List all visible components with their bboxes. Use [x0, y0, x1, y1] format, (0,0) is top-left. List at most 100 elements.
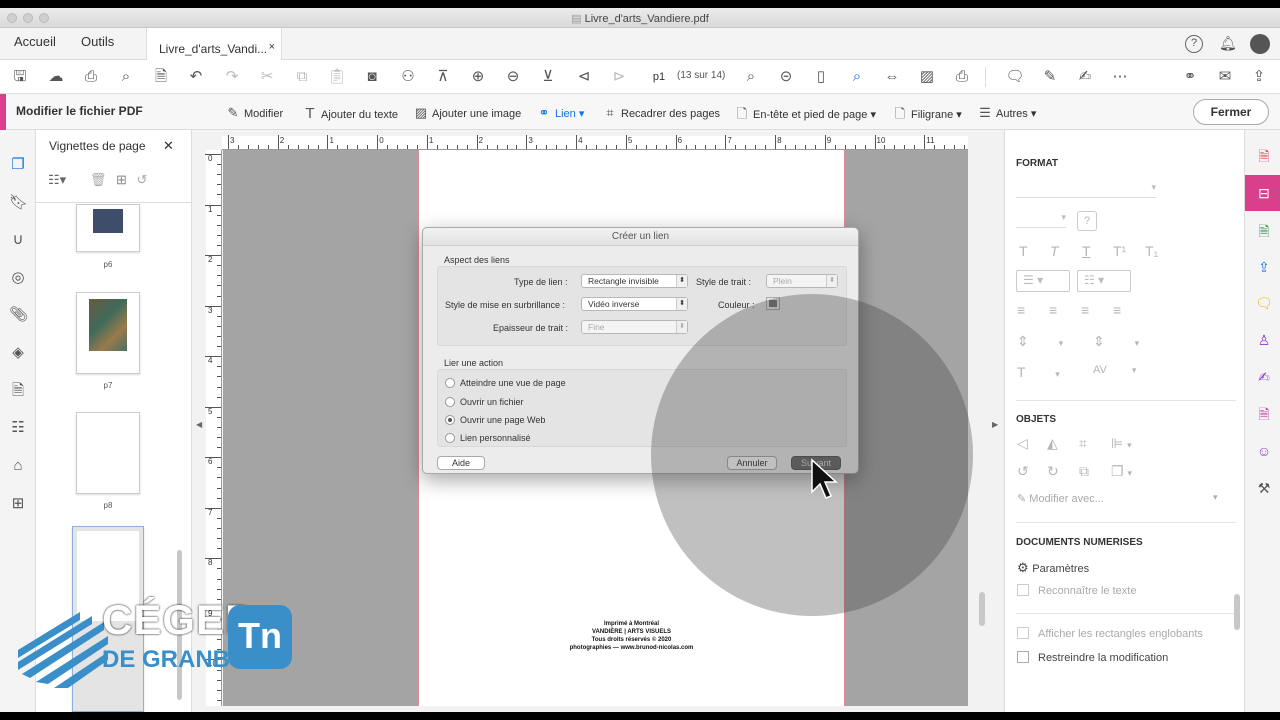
more-tools-icon[interactable]: ⋯ — [1110, 67, 1130, 87]
create-pdf-icon[interactable]: 🗎︎ — [1254, 146, 1274, 166]
italic-icon[interactable]: T — [1050, 243, 1059, 259]
bullet-list-dropdown[interactable]: ☰ ▾ — [1016, 270, 1070, 292]
help-circle-icon[interactable]: ? — [1077, 211, 1097, 231]
share-link-icon[interactable]: ⚭ — [1180, 67, 1200, 87]
insert-page-icon[interactable]: ⊞ — [116, 172, 127, 187]
options-menu-icon[interactable]: ☷▾ — [48, 172, 66, 187]
image-icon[interactable]: ▨ — [917, 67, 937, 87]
add-image-button[interactable]: ▨ Ajouter une image — [414, 105, 521, 121]
paste-icon[interactable]: 📋︎ — [327, 67, 347, 87]
tab-tools[interactable]: Outils — [81, 34, 114, 49]
comment-icon[interactable]: 🗨︎ — [1005, 67, 1025, 87]
copy-icon[interactable]: ⧉ — [292, 67, 312, 87]
header-footer-button[interactable]: 🗋︎ En-tête et pied de page ▾ — [735, 105, 876, 127]
arrange-icon[interactable]: ❐ ▾ — [1111, 463, 1132, 480]
zoom-search-icon[interactable]: ⌕ — [116, 67, 136, 87]
option-open-web-page[interactable]: Ouvrir une page Web — [460, 415, 545, 425]
back-icon[interactable]: ⊲ — [574, 67, 594, 87]
attachment-icon[interactable]: 📎︎ — [9, 306, 28, 324]
text-scale-icon[interactable]: T ▾ — [1017, 364, 1060, 380]
modify-with-dropdown[interactable]: ✎ Modifier avec... ▾ — [1017, 492, 1218, 505]
char-spacing-icon[interactable]: AV ▾ — [1093, 364, 1136, 376]
align-right-icon[interactable]: ≡ — [1081, 302, 1089, 318]
next-page-icon[interactable]: ⊖ — [503, 67, 523, 87]
more-button[interactable]: ☰ Autres ▾ — [978, 105, 1036, 121]
save-icon[interactable]: 🖫︎ — [10, 67, 30, 87]
fill-sign-icon[interactable]: ✍︎ — [1254, 367, 1274, 387]
close-tab-icon[interactable]: × — [269, 41, 275, 53]
structure-icon[interactable]: ⊞ — [9, 495, 27, 513]
accessibility-icon[interactable]: ☺︎ — [1254, 441, 1274, 461]
page-thumbnail-6[interactable] — [76, 204, 140, 252]
share-upload-icon[interactable]: ⇪ — [1249, 67, 1269, 87]
rotate-right-icon[interactable]: ↻ — [1047, 463, 1059, 480]
binoculars-icon[interactable]: ⚇ — [398, 67, 418, 87]
share-icon[interactable]: ⇪ — [1254, 257, 1274, 277]
underline-icon[interactable]: T — [1082, 243, 1091, 259]
snapshot-icon[interactable]: ◙ — [362, 67, 382, 87]
radio-page-view[interactable] — [445, 378, 455, 388]
forward-icon[interactable]: ⊳ — [609, 67, 629, 87]
flip-vertical-icon[interactable]: ◭ — [1047, 435, 1058, 452]
font-family-dropdown[interactable]: ▾ — [1016, 182, 1156, 198]
crop-pages-button[interactable]: ⌗ Recadrer des pages — [603, 105, 720, 121]
close-edit-button[interactable]: Fermer — [1193, 99, 1269, 125]
print-icon[interactable]: ⎙ — [81, 67, 101, 87]
settings-button[interactable]: ⚙︎ Paramètres — [1017, 560, 1089, 576]
upload-cloud-icon[interactable]: ☁︎ — [46, 67, 66, 87]
collapse-right-icon[interactable]: ▶ — [992, 420, 998, 429]
undo-icon[interactable]: ↶ — [186, 67, 206, 87]
subscript-icon[interactable]: T₁ — [1145, 243, 1158, 259]
sign-icon[interactable]: ✍︎ — [1075, 67, 1095, 87]
target-icon[interactable]: ◎ — [9, 269, 27, 287]
help-icon[interactable]: ? — [1185, 35, 1203, 53]
page-thumbnails-icon[interactable]: ❐ — [9, 156, 27, 174]
rotate-icon[interactable]: ↺ — [136, 172, 147, 187]
show-bounding-boxes-checkbox[interactable] — [1017, 627, 1029, 639]
panel-scrollbar[interactable] — [1234, 594, 1240, 630]
avatar[interactable] — [1250, 34, 1270, 54]
signature-icon[interactable]: ∪ — [9, 231, 27, 249]
highlight-style-select[interactable]: Vidéo inverse ⬍ — [581, 297, 688, 311]
option-custom-link[interactable]: Lien personnalisé — [460, 433, 531, 443]
highlight-pen-icon[interactable]: ✎ — [1040, 67, 1060, 87]
delete-icon[interactable]: 🗑︎ — [90, 172, 107, 187]
align-objects-icon[interactable]: ⊫ ▾ — [1111, 435, 1132, 452]
add-text-button[interactable]: T Ajouter du texte — [303, 105, 398, 122]
flip-horizontal-icon[interactable]: ◁ — [1017, 435, 1028, 452]
align-center-icon[interactable]: ≡ — [1049, 302, 1057, 318]
edit-modify-button[interactable]: ✎ Modifier — [226, 105, 284, 121]
paragraph-spacing-icon[interactable]: ⇕ ▾ — [1093, 333, 1139, 350]
bell-icon[interactable]: 🔔︎ — [1219, 35, 1237, 52]
fit-page-icon[interactable]: ▯ — [811, 67, 831, 87]
radio-open-web-page[interactable] — [445, 415, 455, 425]
page-thumbnail-7[interactable] — [76, 292, 140, 374]
cut-icon[interactable]: ✂︎ — [257, 67, 277, 87]
fit-width-icon[interactable]: ⇔ — [882, 67, 902, 87]
document-search-icon[interactable]: 🗎︎ — [151, 67, 171, 87]
superscript-icon[interactable]: T¹ — [1113, 243, 1126, 259]
last-page-icon[interactable]: ⊻ — [538, 67, 558, 87]
line-style-select[interactable]: Plein ⬍ — [766, 274, 838, 288]
page-thumbnail-8[interactable] — [76, 412, 140, 494]
email-icon[interactable]: ✉︎ — [1215, 67, 1235, 87]
line-spacing-icon[interactable]: ⇕ ▾ — [1017, 333, 1063, 350]
document-tab[interactable]: Livre_d'arts_Vandi... × — [146, 28, 282, 60]
page-number-field[interactable]: p1 — [647, 69, 671, 85]
collapse-left-icon[interactable]: ◀ — [196, 420, 202, 429]
prepare-form-icon[interactable]: 🗎︎ — [1254, 404, 1274, 424]
previous-page-icon[interactable]: ⊕ — [468, 67, 488, 87]
help-button[interactable]: Aide — [437, 456, 485, 470]
numbered-list-dropdown[interactable]: ☷ ▾ — [1077, 270, 1131, 292]
rotate-left-icon[interactable]: ↺ — [1017, 463, 1029, 480]
crop-icon[interactable]: ⌗ — [1079, 435, 1087, 452]
comment-tool-icon[interactable]: 🗨︎ — [1254, 293, 1274, 313]
more-tools-wrench-icon[interactable]: ⚒︎ — [1254, 478, 1274, 498]
tag-icon[interactable]: ⌂ — [9, 457, 27, 475]
thickness-select[interactable]: Fine ⬍ — [581, 320, 688, 334]
font-size-dropdown[interactable]: ▾ — [1016, 212, 1066, 228]
watermark-button[interactable]: 🗋︎ Filigrane ▾ — [893, 105, 962, 127]
option-page-view[interactable]: Atteindre une vue de page — [460, 378, 566, 388]
zoom-out-icon[interactable]: ⊝ — [776, 67, 796, 87]
radio-custom-link[interactable] — [445, 433, 455, 443]
